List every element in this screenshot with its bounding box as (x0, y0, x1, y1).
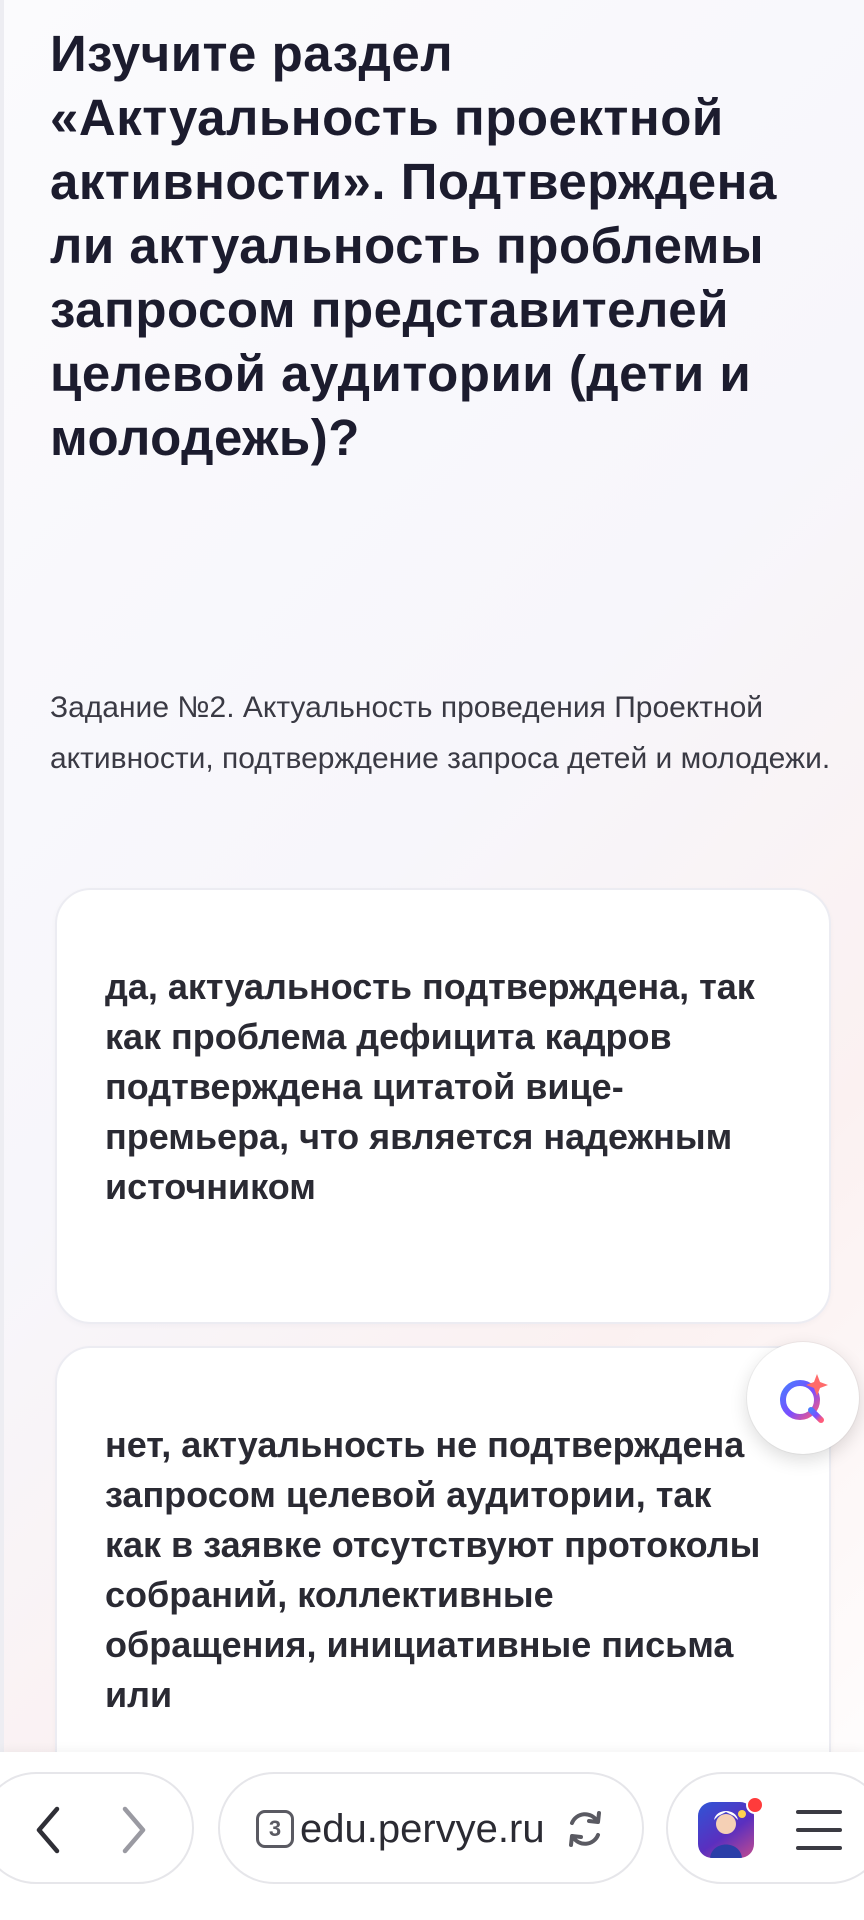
left-edge-divider (0, 0, 4, 1760)
app-artwork-icon (710, 1810, 746, 1858)
browser-toolbar: 3 edu.pervye.ru (0, 1752, 864, 1920)
answer-option-2-text: нет, актуальность не подтверждена запрос… (105, 1424, 761, 1715)
hamburger-menu-icon[interactable] (796, 1808, 844, 1852)
app-shortcut-icon[interactable] (698, 1802, 754, 1858)
notification-dot (746, 1796, 764, 1814)
answer-option-1[interactable]: да, актуальность подтверждена, так как п… (55, 888, 831, 1324)
browser-menu-area (666, 1772, 864, 1884)
task-description: Задание №2. Актуальность проведения Прое… (50, 691, 831, 775)
url-text[interactable]: edu.pervye.ru (300, 1804, 552, 1854)
chevron-left-icon (36, 1806, 60, 1854)
back-button[interactable] (18, 1800, 78, 1860)
navigation-controls (0, 1772, 194, 1884)
assistant-button[interactable] (747, 1342, 859, 1454)
tab-count-badge[interactable]: 3 (256, 1810, 294, 1848)
question-title: Изучите раздел «Актуальность проектной а… (50, 25, 777, 466)
question-content: Изучите раздел «Актуальность проектной а… (50, 22, 840, 1906)
chevron-right-icon (122, 1806, 146, 1854)
address-bar[interactable]: 3 edu.pervye.ru (218, 1772, 644, 1884)
assistant-logo-icon (780, 1374, 828, 1423)
reload-button[interactable] (560, 1804, 610, 1854)
forward-button[interactable] (104, 1800, 164, 1860)
reload-icon (569, 1811, 601, 1847)
page: Изучите раздел «Актуальность проектной а… (0, 0, 864, 1920)
answer-option-1-text: да, актуальность подтверждена, так как п… (105, 966, 755, 1207)
